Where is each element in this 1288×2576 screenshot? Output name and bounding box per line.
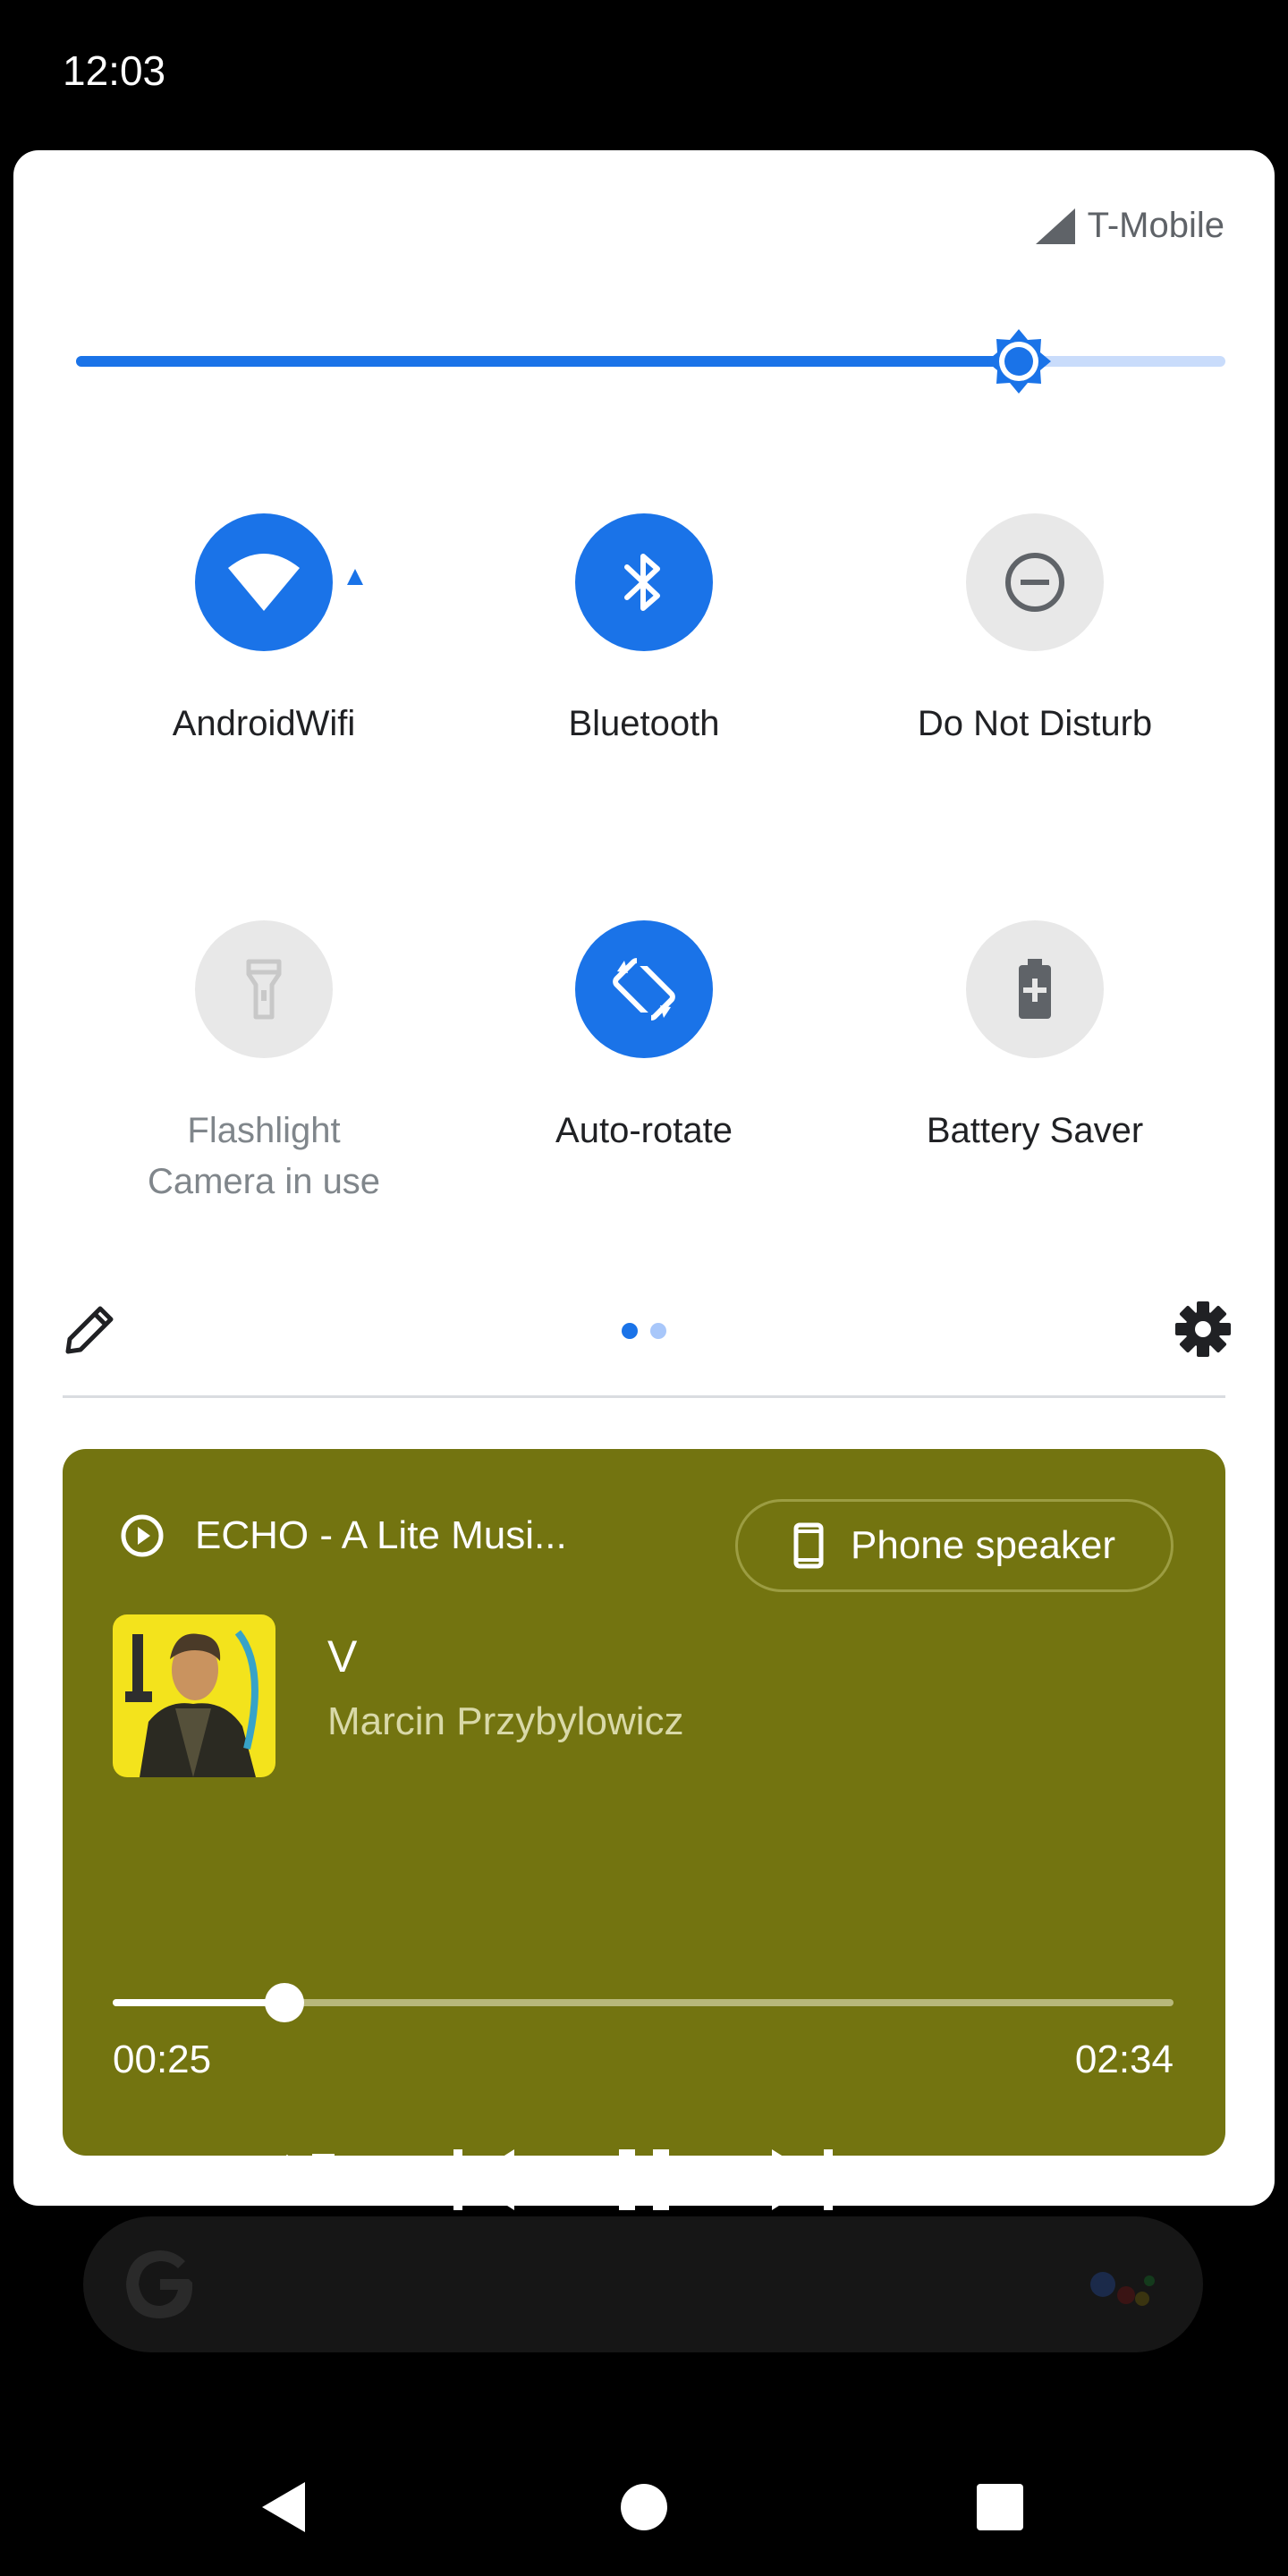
brightness-slider[interactable] (76, 329, 1225, 394)
status-bar: 12:03 (0, 0, 1288, 150)
previous-icon (453, 2149, 514, 2210)
song-artist: Marcin Przybylowicz (327, 1699, 684, 1743)
navigation-bar (0, 2415, 1288, 2576)
page-dot (650, 1323, 666, 1339)
next-icon (772, 2149, 833, 2210)
phone-icon (793, 1522, 824, 1569)
tile-wifi-label: AndroidWifi (172, 704, 356, 743)
tile-battery-saver-button[interactable] (966, 920, 1104, 1058)
seek-bar-fill (113, 1999, 285, 2006)
clock: 12:03 (63, 47, 166, 94)
shuffle-icon (283, 2154, 335, 2206)
previous-button[interactable] (444, 2140, 524, 2220)
media-app-name: ECHO - A Lite Musi... (195, 1513, 567, 1557)
page-dot-active (622, 1323, 638, 1339)
recents-icon (977, 2484, 1023, 2530)
tile-bluetooth[interactable]: Bluetooth (465, 513, 823, 750)
wifi-icon (228, 554, 300, 611)
divider (63, 1395, 1225, 1398)
tile-auto-rotate[interactable]: Auto-rotate (465, 920, 823, 1157)
media-controls (63, 2057, 1225, 2210)
media-app-header: ECHO - A Lite Musi... (120, 1513, 567, 1558)
tile-dnd-label: Do Not Disturb (917, 704, 1153, 743)
brightness-fill (76, 356, 1019, 367)
assistant-icon[interactable] (1083, 2258, 1164, 2311)
home-button[interactable] (613, 2476, 675, 2538)
back-icon (262, 2482, 305, 2532)
tile-flashlight[interactable]: Flashlight Camera in use (85, 920, 443, 1207)
tile-auto-rotate-label: Auto-rotate (555, 1111, 733, 1150)
signal-icon (1035, 208, 1075, 244)
tile-do-not-disturb[interactable]: Do Not Disturb (856, 513, 1214, 750)
next-button[interactable] (762, 2140, 843, 2220)
wifi-activity-icon (347, 569, 363, 585)
media-player-card[interactable]: ECHO - A Lite Musi... Phone speaker V Ma… (63, 1449, 1225, 2210)
play-circle-icon (121, 1514, 164, 1557)
tile-bluetooth-label: Bluetooth (568, 704, 720, 743)
google-search-bar[interactable] (83, 2216, 1203, 2352)
google-logo-icon (126, 2250, 193, 2318)
tile-battery-saver[interactable]: Battery Saver (856, 920, 1214, 1157)
close-icon (945, 2157, 990, 2202)
brightness-icon[interactable] (983, 326, 1055, 397)
tile-dnd-button[interactable] (966, 513, 1104, 651)
recents-button[interactable] (969, 2476, 1031, 2538)
pause-icon (619, 2149, 669, 2210)
back-button[interactable] (252, 2476, 315, 2538)
edit-icon[interactable] (63, 1300, 120, 1357)
gear-icon[interactable] (1172, 1298, 1234, 1360)
tile-flashlight-label: Flashlight (187, 1111, 341, 1150)
output-device-button[interactable]: Phone speaker (735, 1499, 1174, 1592)
tile-battery-saver-label: Battery Saver (926, 1111, 1144, 1150)
seek-bar-thumb[interactable] (265, 1983, 305, 2022)
tile-bluetooth-button[interactable] (575, 513, 713, 651)
song-title: V (327, 1631, 358, 1682)
tile-flashlight-sublabel: Camera in use (147, 1162, 381, 1201)
tile-wifi[interactable]: AndroidWifi (85, 513, 443, 750)
page-indicator (622, 1323, 666, 1339)
flashlight-icon (246, 959, 282, 1020)
pause-button[interactable] (604, 2140, 684, 2220)
carrier-indicator: T-Mobile (1035, 206, 1224, 246)
tile-wifi-button[interactable] (195, 513, 363, 651)
battery-saver-icon (1019, 959, 1051, 1019)
bluetooth-icon (624, 554, 660, 611)
tile-flashlight-button[interactable] (195, 920, 333, 1058)
home-icon (621, 2484, 667, 2530)
auto-rotate-icon (613, 955, 675, 1023)
shuffle-button[interactable] (268, 2140, 349, 2220)
output-device-label: Phone speaker (851, 1523, 1115, 1567)
close-button[interactable] (928, 2140, 1008, 2220)
seek-bar[interactable] (113, 1983, 1174, 2022)
quick-settings-panel: T-Mobile AndroidWifi Bluetooth Do Not Di… (13, 150, 1275, 2210)
carrier-name: T-Mobile (1087, 206, 1224, 245)
quick-settings-footer (63, 1291, 1234, 1371)
tile-auto-rotate-button[interactable] (575, 920, 713, 1058)
do-not-disturb-icon (1005, 553, 1064, 612)
album-art (113, 1614, 275, 1777)
